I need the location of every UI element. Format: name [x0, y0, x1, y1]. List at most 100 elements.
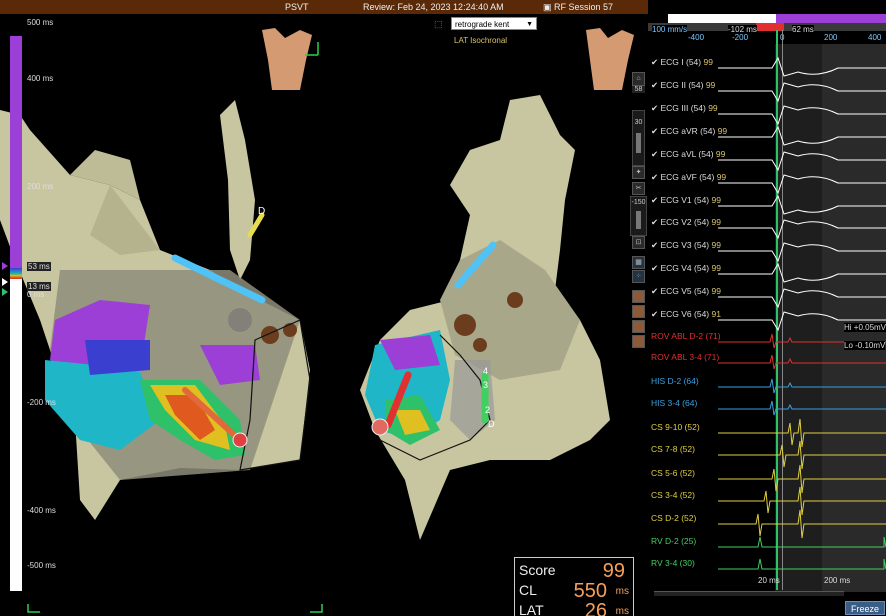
electrode-label-4: 4 — [483, 366, 489, 376]
session-label: ▣ RF Session 57 — [543, 2, 614, 12]
map-type-label: LAT Isochronal — [454, 36, 508, 45]
ecg-trace — [718, 125, 886, 146]
ecg-trace — [718, 288, 886, 309]
map-view[interactable]: D 4 3 2 D 500 ms 400 ms 200 ms 53 ms 13 … — [0, 14, 648, 616]
map-selector-value: retrograde kent — [455, 20, 510, 29]
channel-name: ✔ ECG V5 (54) — [651, 286, 712, 296]
scale-upper-handle[interactable] — [2, 262, 8, 270]
channel-name: ✔ ECG aVR (54) — [651, 126, 718, 136]
ecg-trace — [718, 418, 886, 448]
points-icon[interactable]: ⁘ — [632, 270, 645, 283]
tool-value-1: 58 — [632, 86, 645, 93]
channel-name: CS 9-10 (52) — [651, 422, 700, 432]
scale-label-400: 400 ms — [27, 74, 54, 83]
bottom-tick-200: 200 ms — [824, 576, 851, 585]
electrode-label-3: 3 — [483, 380, 489, 390]
cl-label: CL — [519, 582, 537, 598]
channel-label[interactable]: RV D-2 (25) — [651, 536, 696, 546]
channel-label[interactable]: ✔ ECG I (54) 99 — [651, 57, 713, 68]
threshold-slider[interactable]: 30 — [632, 110, 645, 166]
ecg-trace — [718, 219, 886, 240]
channel-score: 99 — [711, 240, 721, 250]
channel-name: ✔ ECG II (54) — [651, 80, 706, 90]
channel-label[interactable]: ✔ ECG V1 (54) 99 — [651, 195, 721, 206]
bottom-tick-20: 20 ms — [758, 576, 780, 585]
channel-label[interactable]: CS 9-10 (52) — [651, 422, 700, 432]
ecg-trace — [718, 105, 886, 126]
channel-name: ✔ ECG aVL (54) — [651, 149, 716, 159]
channel-label[interactable]: CS 3-4 (52) — [651, 490, 695, 500]
channel-label[interactable]: HIS D-2 (64) — [651, 376, 699, 386]
ecg-trace — [718, 262, 886, 283]
channel-name: ✔ ECG aVF (54) — [651, 172, 717, 182]
channel-label[interactable]: ✔ ECG V5 (54) 99 — [651, 286, 721, 297]
cutoff-slider[interactable]: -150 — [630, 196, 647, 236]
map-selector-dropdown[interactable]: retrograde kent ▼ — [451, 17, 537, 30]
channel-label[interactable]: CS 5-6 (52) — [651, 468, 695, 478]
channel-label[interactable]: HIS 3-4 (64) — [651, 398, 697, 408]
channel-label[interactable]: ✔ ECG V6 (54) 91 — [651, 309, 721, 320]
lock-icon[interactable]: ⊡ — [632, 236, 645, 249]
channel-label[interactable]: ✔ ECG V3 (54) 99 — [651, 240, 721, 251]
ecg-trace — [718, 56, 886, 77]
scale-label-min: -500 ms — [27, 561, 56, 570]
map-select-icon[interactable]: ⬚ — [434, 19, 443, 30]
channel-label[interactable]: ✔ ECG II (54) 99 — [651, 80, 715, 91]
channel-name: ROV ABL D-2 (71) — [651, 331, 721, 341]
channel-score: 99 — [711, 263, 721, 273]
scissors-icon[interactable]: ✂ — [632, 182, 645, 195]
channel-score: 99 — [703, 57, 713, 67]
electrode-label-2: 2 — [485, 405, 491, 415]
view-pa-icon[interactable] — [632, 320, 645, 333]
scale-label-neg200: -200 ms — [27, 398, 56, 407]
channel-score: 99 — [711, 217, 721, 227]
channel-label[interactable]: ROV ABL D-2 (71) — [651, 331, 721, 341]
freeze-button[interactable]: Freeze — [845, 601, 885, 615]
scroll-bar[interactable] — [654, 591, 844, 596]
channel-score: 99 — [711, 286, 721, 296]
electrode-tip-label: D — [258, 206, 266, 217]
ecg-trace — [718, 536, 886, 548]
chevron-down-icon: ▼ — [526, 21, 533, 28]
scale-zero-handle[interactable] — [2, 288, 8, 296]
top-status-bar: PSVT Review: Feb 24, 2023 12:24:40 AM ▣ … — [0, 0, 648, 14]
channel-name: ✔ ECG V4 (54) — [651, 263, 712, 273]
mode-label: PSVT — [285, 2, 309, 12]
channel-name: ROV ABL 3-4 (71) — [651, 352, 720, 362]
channel-label[interactable]: ✔ ECG aVL (54) 99 — [651, 149, 725, 160]
channel-label[interactable]: ✔ ECG aVF (54) 99 — [651, 172, 726, 183]
channel-label[interactable]: CS 7-8 (52) — [651, 444, 695, 454]
peak-icon[interactable]: ⌂ — [632, 72, 645, 86]
ecg-trace — [718, 82, 886, 103]
grid-icon[interactable]: ▦ — [632, 256, 645, 269]
star-icon[interactable]: ✦ — [632, 166, 645, 179]
channel-label[interactable]: ✔ ECG III (54) 99 — [651, 103, 718, 114]
anatomy-map[interactable] — [0, 14, 648, 616]
channel-label[interactable]: ✔ ECG V2 (54) 99 — [651, 217, 721, 228]
lat-color-scale[interactable] — [10, 36, 22, 591]
view-oblique-icon[interactable] — [632, 335, 645, 348]
channel-score: 99 — [708, 103, 718, 113]
channel-label[interactable]: ROV ABL 3-4 (71) — [651, 352, 719, 362]
ecg-trace — [718, 400, 886, 416]
scale-label-zero: 0 ms — [27, 290, 45, 299]
channel-label[interactable]: CS D-2 (52) — [651, 513, 696, 523]
channel-label[interactable]: RV 3-4 (30) — [651, 558, 695, 568]
channel-label[interactable]: ✔ ECG aVR (54) 99 — [651, 126, 727, 137]
ecg-traces — [718, 56, 886, 570]
view-lateral-icon[interactable] — [632, 305, 645, 318]
scale-label-upper-marker: 53 ms — [27, 262, 51, 271]
ecg-trace — [718, 378, 886, 394]
channel-score: 91 — [711, 309, 721, 319]
scale-lower-handle[interactable] — [2, 278, 8, 286]
channel-name: ✔ ECG V1 (54) — [651, 195, 712, 205]
view-ap-icon[interactable] — [632, 290, 645, 303]
tool-value-3: -150 — [631, 199, 646, 206]
channel-name: ✔ ECG III (54) — [651, 103, 709, 113]
cl-row: CL 550 ms — [519, 580, 629, 602]
channel-score: 99 — [705, 80, 716, 90]
lat-row: LAT 26 ms — [519, 600, 629, 616]
channel-label[interactable]: ✔ ECG V4 (54) 99 — [651, 263, 721, 274]
channel-score: 99 — [717, 126, 728, 136]
channel-score: 99 — [716, 172, 727, 182]
